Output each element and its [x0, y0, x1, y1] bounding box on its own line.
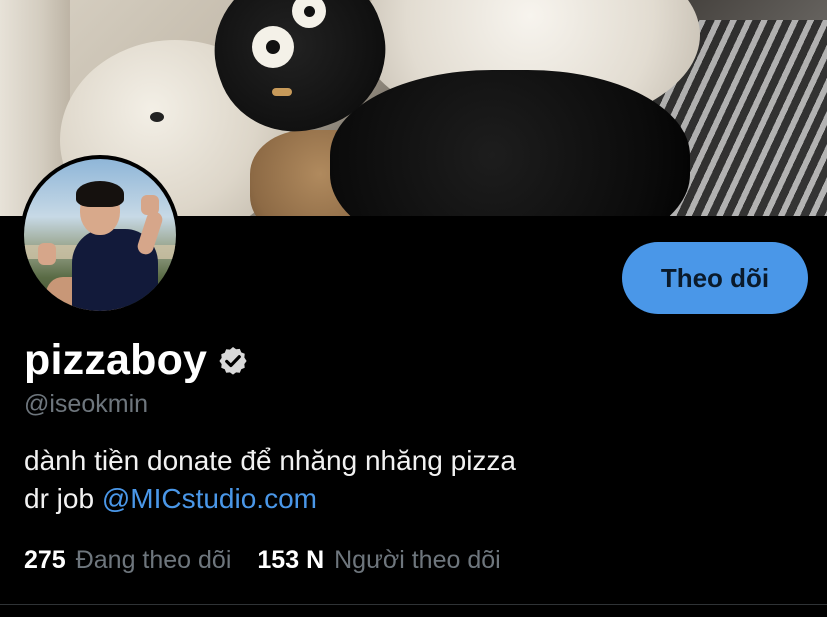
- avatar-peace-sign-hand: [141, 195, 159, 215]
- display-name: pizzaboy: [24, 336, 208, 384]
- follow-button[interactable]: Theo dõi: [622, 242, 808, 314]
- banner-black-sheep-body: [330, 70, 690, 216]
- following-label: Đang theo dõi: [75, 546, 232, 574]
- bio-mention-link[interactable]: @MICstudio.com: [102, 483, 317, 514]
- banner-sheep-eye: [252, 26, 294, 68]
- following-stat[interactable]: 275 Đang theo dõi: [24, 546, 231, 575]
- verified-badge-icon[interactable]: [217, 345, 249, 377]
- profile-bio: dành tiền donate để nhăng nhăng pizza dr…: [24, 442, 516, 518]
- followers-count: 153 N: [257, 546, 325, 574]
- avatar-peace-sign-hand: [38, 243, 56, 265]
- profile-name-row: pizzaboy: [24, 336, 249, 385]
- banner-bear-nose: [150, 112, 164, 122]
- followers-stat[interactable]: 153 N Người theo dõi: [257, 546, 500, 575]
- banner-sheep-nose: [272, 88, 292, 96]
- section-divider: [0, 604, 827, 605]
- bio-line: dr job @MICstudio.com: [24, 480, 516, 518]
- avatar[interactable]: [24, 159, 176, 311]
- bio-text: dr job: [24, 483, 102, 514]
- profile-stats: 275 Đang theo dõi 153 N Người theo dõi: [24, 546, 501, 575]
- bio-line: dành tiền donate để nhăng nhăng pizza: [24, 445, 516, 476]
- profile-handle: @iseokmin: [24, 390, 149, 418]
- following-count: 275: [24, 546, 66, 574]
- avatar-hair: [76, 181, 124, 207]
- followers-label: Người theo dõi: [334, 546, 501, 574]
